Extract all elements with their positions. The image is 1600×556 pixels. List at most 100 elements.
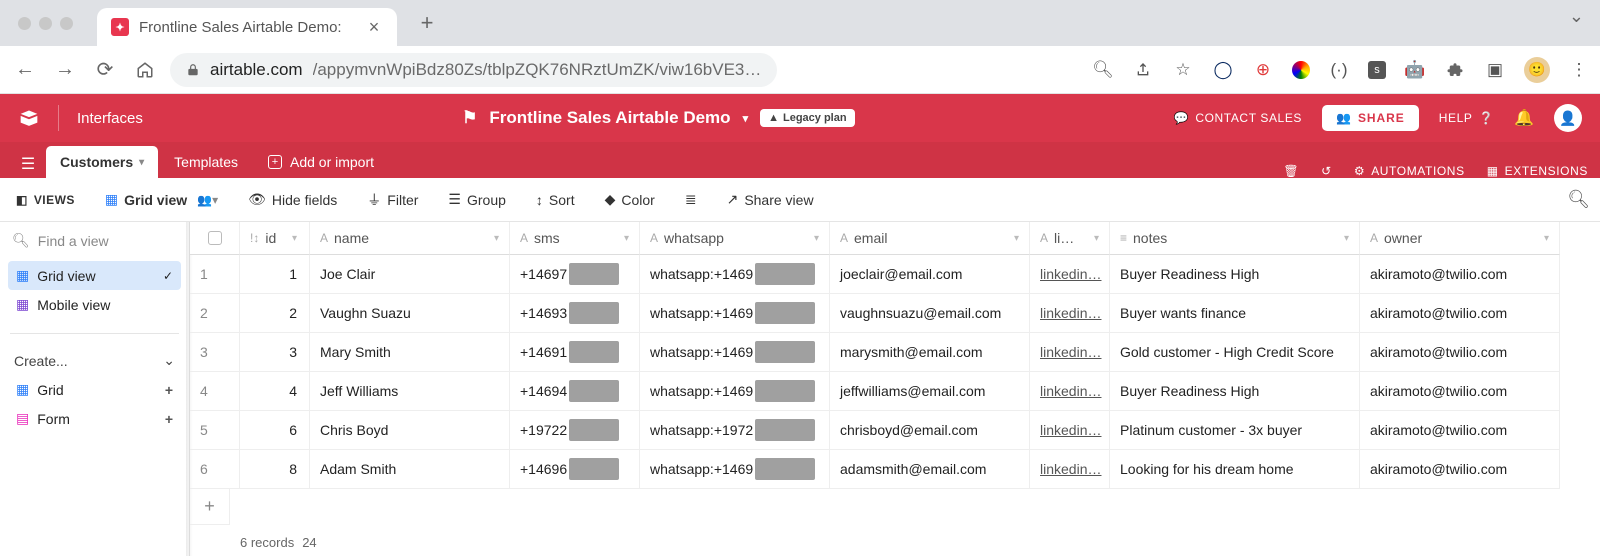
cell-linkedin[interactable]: linkedin… <box>1030 255 1110 294</box>
browser-tab[interactable]: ✦ Frontline Sales Airtable Demo: × <box>97 8 397 46</box>
cell-whatsapp[interactable]: whatsapp:+1469 <box>640 450 830 489</box>
legacy-plan-badge[interactable]: ▲ Legacy plan <box>760 109 854 127</box>
col-header-email[interactable]: Aemail▾ <box>830 222 1030 255</box>
table-row[interactable]: 33Mary Smith+14691whatsapp:+1469marysmit… <box>190 333 1600 372</box>
cell-id[interactable]: 6 <box>240 411 310 450</box>
cell-linkedin[interactable]: linkedin… <box>1030 372 1110 411</box>
window-close-icon[interactable] <box>18 17 31 30</box>
cell-linkedin[interactable]: linkedin… <box>1030 411 1110 450</box>
group-button[interactable]: ☰ Group <box>442 187 511 212</box>
table-menu-icon[interactable]: ☰ <box>12 150 44 178</box>
filter-button[interactable]: ⏚ Filter <box>361 186 424 214</box>
kebab-menu-icon[interactable]: ⋮ <box>1568 59 1590 81</box>
contact-sales-link[interactable]: 💬 CONTACT SALES <box>1174 111 1302 125</box>
cell-notes[interactable]: Buyer wants finance <box>1110 294 1360 333</box>
select-all-checkbox[interactable] <box>190 222 240 255</box>
col-header-name[interactable]: Aname▾ <box>310 222 510 255</box>
cell-name[interactable]: Vaughn Suazu <box>310 294 510 333</box>
extensions-link[interactable]: ▦ EXTENSIONS <box>1487 164 1588 178</box>
trash-icon[interactable]: 🗑 <box>1283 164 1299 178</box>
cell-id[interactable]: 4 <box>240 372 310 411</box>
cell-notes[interactable]: Buyer Readiness High <box>1110 255 1360 294</box>
ext-circle-icon[interactable]: ◯ <box>1212 59 1234 81</box>
cell-email[interactable]: chrisboyd@email.com <box>830 411 1030 450</box>
sort-button[interactable]: ↕︎ Sort <box>530 188 581 212</box>
search-in-page-icon[interactable]: 🔍︎ <box>1092 59 1114 81</box>
share-view-button[interactable]: ↗ Share view <box>721 187 820 212</box>
cell-email[interactable]: marysmith@email.com <box>830 333 1030 372</box>
cell-sms[interactable]: +19722 <box>510 411 640 450</box>
ext-square-icon[interactable]: s <box>1368 61 1386 79</box>
col-header-linkedin[interactable]: Ali…▾ <box>1030 222 1110 255</box>
reload-button[interactable]: ⟳ <box>90 55 120 85</box>
cell-name[interactable]: Jeff Williams <box>310 372 510 411</box>
cell-whatsapp[interactable]: whatsapp:+1469 <box>640 294 830 333</box>
find-view-input[interactable]: 🔍︎ Find a view <box>0 222 189 259</box>
history-icon[interactable]: ↺ <box>1321 164 1332 178</box>
cell-notes[interactable]: Looking for his dream home <box>1110 450 1360 489</box>
create-form-view[interactable]: ▤ Form + <box>8 404 181 433</box>
url-field[interactable]: airtable.com/appymvnWpiBdz80Zs/tblpZQK76… <box>170 53 777 87</box>
user-avatar[interactable]: 👤 <box>1554 104 1582 132</box>
ext-colorwheel-icon[interactable] <box>1292 61 1310 79</box>
hide-fields-button[interactable]: 👁︎ Hide fields <box>242 187 343 212</box>
grid-view-dropdown[interactable]: ▦ Grid view 👥▾ <box>99 187 224 212</box>
search-icon[interactable]: 🔍︎ <box>1567 189 1590 210</box>
cell-email[interactable]: joeclair@email.com <box>830 255 1030 294</box>
cell-owner[interactable]: akiramoto@twilio.com <box>1360 450 1560 489</box>
cell-linkedin[interactable]: linkedin… <box>1030 333 1110 372</box>
table-row[interactable]: 56Chris Boyd+19722whatsapp:+1972chrisboy… <box>190 411 1600 450</box>
sidebar-view-mobile[interactable]: ▦ Mobile view <box>8 290 181 319</box>
cell-whatsapp[interactable]: whatsapp:+1469 <box>640 372 830 411</box>
cell-owner[interactable]: akiramoto@twilio.com <box>1360 411 1560 450</box>
row-height-button[interactable]: ≣ <box>679 187 703 212</box>
share-icon[interactable] <box>1132 59 1154 81</box>
table-row[interactable]: 44Jeff Williams+14694whatsapp:+1469jeffw… <box>190 372 1600 411</box>
cell-whatsapp[interactable]: whatsapp:+1469 <box>640 333 830 372</box>
star-icon[interactable]: ☆ <box>1172 59 1194 81</box>
cell-sms[interactable]: +14697 <box>510 255 640 294</box>
table-tab-customers[interactable]: Customers ▾ <box>46 146 158 178</box>
bell-icon[interactable]: 🔔 <box>1514 108 1534 128</box>
window-max-icon[interactable] <box>60 17 73 30</box>
data-grid[interactable]: !↕id▾ Aname▾ Asms▾ Awhatsapp▾ Aemail▾ Al… <box>190 222 1600 556</box>
cell-id[interactable]: 3 <box>240 333 310 372</box>
cell-sms[interactable]: +14691 <box>510 333 640 372</box>
cell-email[interactable]: adamsmith@email.com <box>830 450 1030 489</box>
cell-name[interactable]: Joe Clair <box>310 255 510 294</box>
cell-notes[interactable]: Gold customer - High Credit Score <box>1110 333 1360 372</box>
col-header-whatsapp[interactable]: Awhatsapp▾ <box>640 222 830 255</box>
cell-name[interactable]: Adam Smith <box>310 450 510 489</box>
table-row[interactable]: 22Vaughn Suazu+14693whatsapp:+1469vaughn… <box>190 294 1600 333</box>
cell-id[interactable]: 1 <box>240 255 310 294</box>
profile-avatar[interactable]: 🙂 <box>1524 57 1550 83</box>
create-view-header[interactable]: Create... ⌄ <box>0 346 189 375</box>
home-button[interactable] <box>130 55 160 85</box>
chevron-down-icon[interactable]: ⌄ <box>1569 6 1584 27</box>
cell-name[interactable]: Mary Smith <box>310 333 510 372</box>
cell-email[interactable]: vaughnsuazu@email.com <box>830 294 1030 333</box>
cell-owner[interactable]: akiramoto@twilio.com <box>1360 333 1560 372</box>
ext-robot-icon[interactable]: 🤖 <box>1404 59 1426 81</box>
cell-sms[interactable]: +14693 <box>510 294 640 333</box>
views-button[interactable]: ◧ VIEWS <box>10 189 81 211</box>
base-title[interactable]: ⚑ Frontline Sales Airtable Demo ▾ ▲ Lega… <box>462 108 854 128</box>
table-tab-templates[interactable]: Templates <box>160 146 252 178</box>
cell-email[interactable]: jeffwilliams@email.com <box>830 372 1030 411</box>
table-row[interactable]: 68Adam Smith+14696whatsapp:+1469adamsmit… <box>190 450 1600 489</box>
color-button[interactable]: ◆ Color <box>599 187 661 212</box>
col-header-owner[interactable]: Aowner▾ <box>1360 222 1560 255</box>
ext-grid-icon[interactable]: ⊕ <box>1252 59 1274 81</box>
close-icon[interactable]: × <box>365 17 383 38</box>
cell-owner[interactable]: akiramoto@twilio.com <box>1360 255 1560 294</box>
col-header-notes[interactable]: ≡notes▾ <box>1110 222 1360 255</box>
add-row-button[interactable]: + <box>190 489 230 525</box>
add-or-import-button[interactable]: + Add or import <box>254 146 388 178</box>
interfaces-link[interactable]: Interfaces <box>77 110 143 127</box>
cell-linkedin[interactable]: linkedin… <box>1030 450 1110 489</box>
sidebar-view-grid[interactable]: ▦ Grid view ✓ <box>8 261 181 290</box>
cell-notes[interactable]: Buyer Readiness High <box>1110 372 1360 411</box>
cell-whatsapp[interactable]: whatsapp:+1972 <box>640 411 830 450</box>
cell-id[interactable]: 2 <box>240 294 310 333</box>
col-header-sms[interactable]: Asms▾ <box>510 222 640 255</box>
